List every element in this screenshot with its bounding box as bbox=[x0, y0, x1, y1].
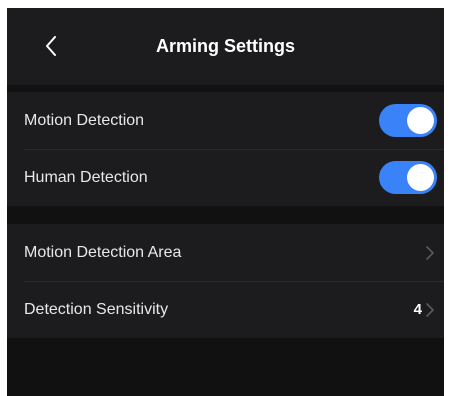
detection-sensitivity-row[interactable]: Detection Sensitivity 4 bbox=[7, 281, 444, 338]
motion-detection-toggle[interactable] bbox=[379, 104, 437, 137]
human-detection-label: Human Detection bbox=[24, 168, 148, 186]
motion-detection-label: Motion Detection bbox=[24, 111, 145, 129]
toggle-knob bbox=[407, 107, 434, 134]
human-detection-row: Human Detection bbox=[7, 149, 444, 206]
detection-sensitivity-value: 4 bbox=[413, 300, 422, 318]
detection-options-group: Motion Detection Area Detection Sensitiv… bbox=[7, 224, 444, 338]
motion-detection-area-label: Motion Detection Area bbox=[24, 243, 182, 261]
toggle-knob bbox=[407, 164, 434, 191]
detection-sensitivity-label: Detection Sensitivity bbox=[24, 300, 169, 318]
detection-toggles-group: Motion Detection Human Detection bbox=[7, 92, 444, 206]
navigation-bar: Arming Settings bbox=[7, 8, 444, 85]
page-title: Arming Settings bbox=[155, 36, 295, 56]
chevron-right-icon bbox=[426, 303, 434, 317]
arming-settings-screen: Arming Settings Motion Detection Human D… bbox=[7, 8, 444, 396]
motion-detection-row: Motion Detection bbox=[7, 92, 444, 149]
chevron-right-icon bbox=[426, 246, 434, 260]
motion-detection-area-row[interactable]: Motion Detection Area bbox=[7, 224, 444, 281]
human-detection-toggle[interactable] bbox=[379, 161, 437, 194]
